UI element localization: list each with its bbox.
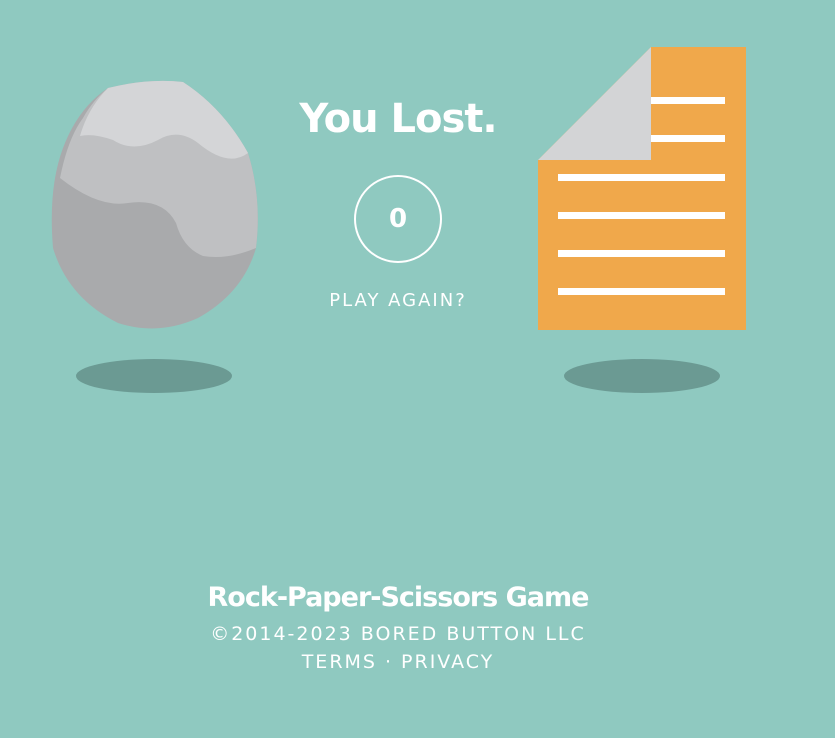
footer: Rock-Paper-Scissors Game ©2014-2023 BORE… xyxy=(150,582,646,673)
footer-separator: · xyxy=(384,651,394,673)
score-value: 0 xyxy=(388,204,408,234)
paper-shadow xyxy=(564,359,720,393)
paper-icon xyxy=(538,47,746,330)
score-counter: 0 xyxy=(354,175,442,263)
rock-icon xyxy=(48,78,262,334)
rock-shadow xyxy=(76,359,232,393)
paper-graphic xyxy=(538,47,746,330)
footer-links: TERMS · PRIVACY xyxy=(150,651,646,673)
result-title: You Lost. xyxy=(299,96,497,142)
terms-link[interactable]: TERMS xyxy=(302,651,377,673)
rock-graphic xyxy=(51,80,258,329)
footer-title: Rock-Paper-Scissors Game xyxy=(207,582,590,613)
footer-copyright: ©2014-2023 BORED BUTTON LLC xyxy=(210,623,586,645)
play-again-button[interactable]: PLAY AGAIN? xyxy=(298,290,498,311)
privacy-link[interactable]: PRIVACY xyxy=(401,651,494,673)
